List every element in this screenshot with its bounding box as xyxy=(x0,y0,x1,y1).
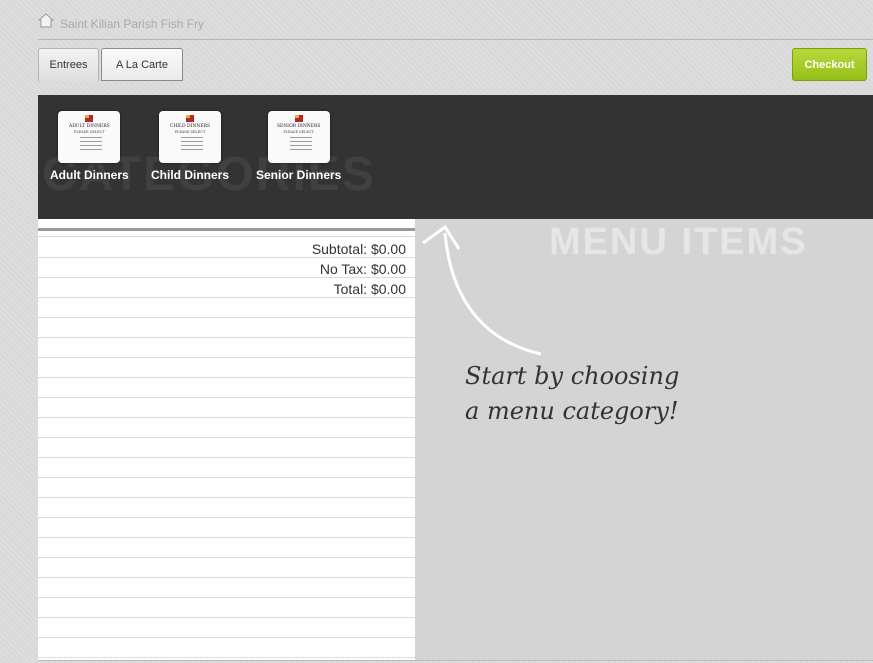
tax-text: No Tax: $0.00 xyxy=(319,261,406,277)
card-title: SENIOR DINNERS xyxy=(276,124,321,129)
card-title: ADULT DINNERS xyxy=(68,124,110,129)
category-card-image: ADULT DINNERS PLEASE SELECT xyxy=(58,111,121,163)
card-subtitle: PLEASE SELECT xyxy=(174,130,206,134)
checkout-button[interactable]: Checkout xyxy=(792,48,867,81)
order-divider xyxy=(38,228,415,231)
category-adult-dinners[interactable]: ADULT DINNERS PLEASE SELECT Adult Dinner… xyxy=(50,111,129,182)
category-label: Senior Dinners xyxy=(256,168,342,182)
subtotal-text: Subtotal: $0.00 xyxy=(311,241,406,257)
categories-panel: CATEGORIES ADULT DINNERS PLEASE SELECT A… xyxy=(38,95,873,219)
card-lines xyxy=(289,137,312,153)
menu-items-watermark: MENU ITEMS xyxy=(549,221,808,263)
category-child-dinners[interactable]: CHILD DINNERS PLEASE SELECT Child Dinner… xyxy=(151,111,229,182)
category-card-image: SENIOR DINNERS PLEASE SELECT xyxy=(267,111,330,163)
category-senior-dinners[interactable]: SENIOR DINNERS PLEASE SELECT Senior Dinn… xyxy=(256,111,341,182)
card-subtitle: PLEASE SELECT xyxy=(73,130,105,134)
app-title: Saint Kilian Parish Fish Fry xyxy=(60,17,205,31)
empty-menu-hint: Start by choosing a menu category! xyxy=(465,359,679,429)
page-bottom-border xyxy=(38,660,873,661)
card-lines xyxy=(181,137,203,153)
category-label: Adult Dinners xyxy=(50,168,129,182)
menu-items-panel: MENU ITEMS Start by choosing a menu cate… xyxy=(415,219,873,660)
hint-line-1: Start by choosing xyxy=(465,362,680,390)
app-header: Saint Kilian Parish Fish Fry xyxy=(38,12,873,40)
tab-entrees[interactable]: Entrees xyxy=(38,48,99,81)
crest-icon xyxy=(186,115,194,122)
order-totals: Subtotal: $0.00 No Tax: $0.00 Total: $0.… xyxy=(312,239,406,299)
category-card-image: CHILD DINNERS PLEASE SELECT xyxy=(159,111,221,163)
tab-a-la-carte[interactable]: A La Carte xyxy=(101,48,183,81)
total-text: Total: $0.00 xyxy=(333,281,406,297)
hint-line-2: a menu category! xyxy=(465,397,679,425)
order-panel: Subtotal: $0.00 No Tax: $0.00 Total: $0.… xyxy=(38,219,415,660)
card-subtitle: PLEASE SELECT xyxy=(283,130,314,134)
crest-icon xyxy=(294,115,303,122)
card-lines xyxy=(80,137,103,153)
card-title: CHILD DINNERS xyxy=(169,124,211,129)
home-icon[interactable] xyxy=(38,12,54,28)
arrow-up-left-icon xyxy=(422,224,542,356)
crest-icon xyxy=(85,115,94,122)
category-label: Child Dinners xyxy=(151,168,230,182)
